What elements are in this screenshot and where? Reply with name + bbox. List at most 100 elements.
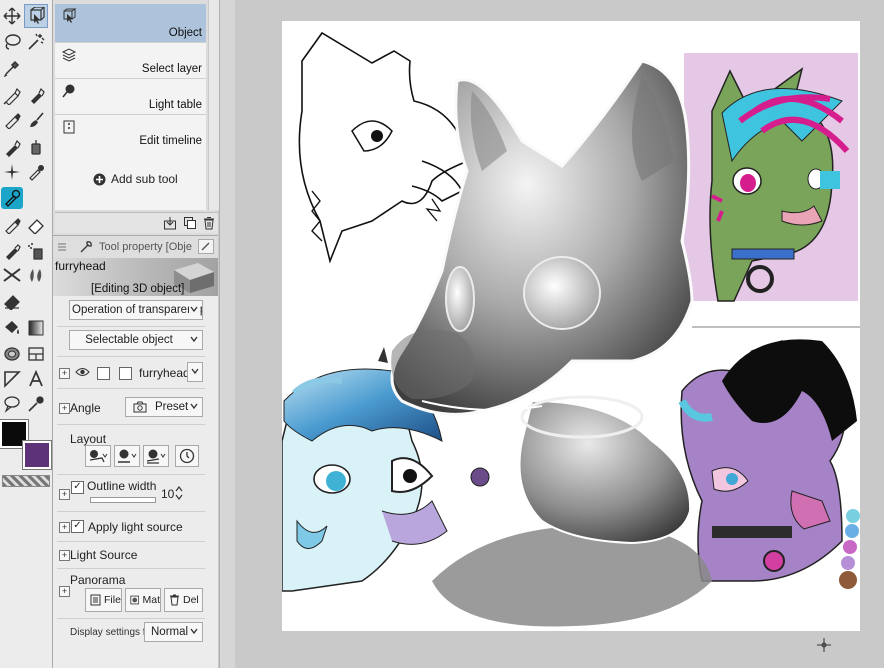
fill-icon[interactable] xyxy=(1,317,23,339)
object-dropdown[interactable] xyxy=(187,362,203,382)
object-select-icon[interactable] xyxy=(24,4,48,28)
eyedropper-icon[interactable] xyxy=(1,57,23,79)
camera-icon xyxy=(133,401,147,413)
layout-label: Layout xyxy=(70,432,107,446)
export-icon[interactable] xyxy=(163,216,177,230)
grip-icon[interactable] xyxy=(57,242,67,252)
light-source-label: Light Source xyxy=(70,548,138,562)
magic-wand-icon[interactable] xyxy=(25,31,47,53)
lasso-icon[interactable] xyxy=(1,31,23,53)
duplicate-icon[interactable] xyxy=(183,216,197,230)
expand-angle-button[interactable]: + xyxy=(59,403,70,414)
marker-icon[interactable] xyxy=(25,85,47,107)
subtool-footer xyxy=(55,212,218,233)
pen-settings-icon[interactable] xyxy=(198,239,214,254)
pen-icon[interactable] xyxy=(1,85,23,107)
dropdown-value: Normal xyxy=(151,626,189,638)
display-settings-dropdown[interactable]: Normal xyxy=(144,622,203,642)
expand-outline-button[interactable]: + xyxy=(59,489,70,500)
panel-divider[interactable] xyxy=(219,0,235,668)
move-icon[interactable] xyxy=(1,5,23,27)
tool-property-tab[interactable]: Tool property [Obje xyxy=(53,235,218,259)
spray-icon[interactable] xyxy=(25,240,47,262)
layout-move-button[interactable] xyxy=(114,445,140,467)
trash-icon[interactable] xyxy=(202,216,216,230)
airbrush-icon[interactable] xyxy=(25,137,47,159)
object-checkbox[interactable] xyxy=(119,367,132,380)
selectable-object-dropdown[interactable]: Selectable object xyxy=(69,330,203,350)
layout-light-icon xyxy=(146,449,166,464)
expand-light-source-button[interactable]: + xyxy=(59,550,70,561)
balloon-icon[interactable] xyxy=(1,393,23,415)
operation-transparent-dropdown[interactable]: Operation of transparent part xyxy=(69,300,203,320)
subtool-label: Edit timeline xyxy=(139,135,202,147)
lock-checkbox[interactable] xyxy=(97,367,110,380)
material-icon xyxy=(130,595,140,605)
file-icon xyxy=(90,594,101,606)
expand-object-button[interactable]: + xyxy=(59,368,70,379)
correct-line-icon[interactable] xyxy=(25,393,47,415)
blur-icon[interactable] xyxy=(25,264,47,286)
panorama-material-button[interactable]: Mat xyxy=(125,588,161,612)
eraser-icon[interactable] xyxy=(25,214,47,236)
scissors-icon[interactable] xyxy=(1,264,23,286)
outline-width-checkbox[interactable]: ✓ xyxy=(71,481,84,494)
subtool-edit-timeline[interactable]: Edit timeline xyxy=(55,115,206,151)
subtool-select-layer[interactable]: Select layer xyxy=(55,43,206,79)
shadow xyxy=(432,525,712,627)
lineart-dog xyxy=(298,31,469,264)
tool-property-panel: furryhead [Editing 3D object] Operation … xyxy=(53,258,218,668)
text-icon[interactable] xyxy=(25,368,47,390)
subtool-scrollbar[interactable] xyxy=(208,0,219,210)
spinner-icon[interactable] xyxy=(174,485,184,501)
subtool-light-table[interactable]: Light table xyxy=(55,79,206,115)
apply-light-checkbox[interactable]: ✓ xyxy=(71,520,84,533)
sub-color-swatch[interactable] xyxy=(22,440,52,470)
reset-icon xyxy=(179,448,195,464)
outline-width-label: Outline width xyxy=(87,479,157,493)
outline-width-value[interactable]: 10 xyxy=(161,487,174,501)
expand-light-button[interactable]: + xyxy=(59,522,70,533)
layout-pose-button[interactable] xyxy=(85,445,111,467)
preset-value: Preset xyxy=(155,401,189,413)
expand-panorama-button[interactable]: + xyxy=(59,586,70,597)
add-sub-tool-area: Add sub tool xyxy=(55,150,206,210)
pen2-icon[interactable] xyxy=(1,214,23,236)
file-label: File xyxy=(104,594,121,606)
frame-icon[interactable] xyxy=(25,343,47,365)
subtool-label: Object xyxy=(168,27,202,39)
angle-label: Angle xyxy=(70,401,101,415)
brush-icon[interactable] xyxy=(25,109,47,131)
outline-width-slider[interactable] xyxy=(90,497,156,503)
chevron-down-icon xyxy=(190,628,198,635)
pencil-icon[interactable] xyxy=(1,109,23,131)
chevron-down-icon xyxy=(189,304,199,314)
apply-light-label: Apply light source xyxy=(88,520,183,534)
panorama-delete-button[interactable]: Del xyxy=(164,588,203,612)
tool-property-title: Tool property [Obje xyxy=(99,241,192,253)
object-name: furryhead xyxy=(139,366,190,380)
drawing-canvas[interactable] xyxy=(282,21,860,631)
crosshair-cursor-icon xyxy=(817,638,831,652)
contour-icon[interactable] xyxy=(1,343,23,365)
layout-reset-button[interactable] xyxy=(175,445,199,467)
eye-icon[interactable] xyxy=(75,366,90,378)
chevron-down-icon xyxy=(191,368,199,375)
blend-icon[interactable] xyxy=(1,187,23,209)
fill-pen-icon[interactable] xyxy=(1,137,23,159)
transparent-color-swatch[interactable] xyxy=(2,475,50,487)
eraser2-icon[interactable] xyxy=(1,290,23,312)
decoration-icon[interactable] xyxy=(1,161,23,183)
pen3-icon[interactable] xyxy=(1,240,23,262)
panorama-file-button[interactable]: File xyxy=(85,588,122,612)
ink-icon[interactable] xyxy=(25,161,47,183)
material-label: Mat xyxy=(142,594,160,606)
ruler-icon[interactable] xyxy=(1,368,23,390)
trash-icon xyxy=(170,594,179,606)
preview-3d-object: furryhead [Editing 3D object] xyxy=(53,258,218,296)
layout-light-button[interactable] xyxy=(143,445,169,467)
gradient-icon[interactable] xyxy=(25,317,47,339)
add-sub-tool-button[interactable]: Add sub tool xyxy=(93,172,178,186)
subtool-object[interactable]: Object xyxy=(55,4,206,43)
preset-dropdown[interactable]: Preset xyxy=(125,397,203,417)
